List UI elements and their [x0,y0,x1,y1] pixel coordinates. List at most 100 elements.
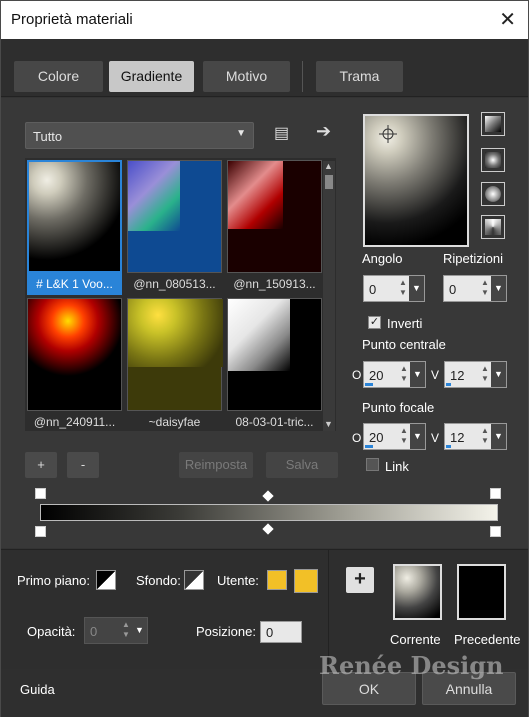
opacity-stop-bottom-right[interactable] [490,526,501,537]
gradient-preview-image [27,160,122,273]
gradient-editor-preview[interactable] [363,114,469,247]
radial-style-button[interactable] [481,215,505,239]
repeats-spinbox[interactable]: 0 ▲ ▼ ▼ [443,275,507,302]
angle-spinbox[interactable]: 0 ▲ ▼ ▼ [363,275,425,302]
tab-bar: Colore Gradiente Motivo Trama [1,39,528,97]
spin-arrows-icon[interactable]: ▲ ▼ [398,426,410,447]
library-icon[interactable]: ▤ [274,123,289,143]
center-h-spinbox[interactable]: 20 ▲ ▼ ▼ [363,361,426,388]
focal-h-value: 20 [369,430,384,445]
scrollbar-thumb[interactable] [325,175,333,189]
gradient-thumb[interactable]: @nn_150913... [227,160,322,295]
spin-arrows-icon[interactable]: ▲ ▼ [479,278,491,299]
center-v-level-bar [446,383,451,386]
focal-v-level-bar [446,445,451,448]
save-button[interactable]: Salva [266,452,338,478]
renee-design-watermark: Renée Design [319,651,504,680]
foreground-swatch[interactable] [96,570,116,590]
repeats-label: Ripetizioni [443,251,503,266]
gradient-name: 08-03-01-tric... [235,415,314,429]
focal-h-label: O [352,431,362,445]
title-bar: Proprietà materiali ✕ [1,1,528,39]
chevron-down-icon: ▼ [236,128,246,139]
gradient-preview-image [127,298,223,411]
spin-arrows-icon[interactable]: ▲ ▼ [398,364,410,385]
chevron-down-icon[interactable]: ▼ [132,618,147,643]
focal-h-level-bar [365,445,373,448]
gradient-preview-image [227,160,322,273]
chevron-down-icon[interactable]: ▼ [409,276,424,301]
linear-style-button[interactable] [481,112,505,136]
user-swatch-2[interactable] [294,569,318,593]
focal-v-spinbox[interactable]: 12 ▲ ▼ ▼ [444,423,507,450]
opacity-spinbox[interactable]: 0 ▲ ▼ ▼ [84,617,148,644]
window-title: Proprietà materiali [11,11,133,28]
close-icon[interactable]: ✕ [499,7,516,32]
tab-colore[interactable]: Colore [14,61,103,92]
chevron-down-icon[interactable]: ▼ [491,362,506,387]
invert-label: Inverti [387,316,423,331]
spin-arrows-icon[interactable]: ▲ ▼ [479,426,491,447]
focal-crosshair-icon[interactable] [379,125,397,143]
color-stop-top-right[interactable] [490,488,501,499]
add-gradient-button[interactable]: + [25,452,57,478]
gradient-preview-image [227,298,322,411]
invert-checkbox[interactable]: ✓ [368,316,381,329]
tab-trama[interactable]: Trama [316,61,403,92]
center-h-level-bar [365,383,373,386]
gradient-stops-bar[interactable] [40,504,498,521]
reset-button[interactable]: Reimposta [179,452,253,478]
color-stop-top-left[interactable] [35,488,46,499]
angle-label: Angolo [362,251,403,266]
chevron-down-icon[interactable]: ▼ [410,424,425,449]
gradient-name: @nn_150913... [233,277,316,291]
background-swatch[interactable] [184,570,204,590]
gradient-name: @nn_080513... [133,277,216,291]
repeats-value: 0 [449,282,457,297]
spin-arrows-icon[interactable]: ▲ ▼ [479,364,491,385]
linear-style-icon [485,116,501,132]
add-swatch-button[interactable]: + [346,567,374,593]
gradient-name: @nn_240911... [33,415,116,429]
radial-style-icon [485,219,501,235]
gradient-name: # L&K 1 Voo... [27,273,122,295]
remove-gradient-button[interactable]: - [67,452,99,478]
gradient-thumb[interactable]: @nn_080513... [127,160,222,295]
arrow-right-icon[interactable]: ➔ [316,121,331,142]
rectangular-style-icon [485,152,501,168]
opacity-stop-bottom-left[interactable] [35,526,46,537]
gradient-thumb[interactable]: # L&K 1 Voo... [27,160,122,295]
current-swatch[interactable] [393,564,442,620]
user-swatch-1[interactable] [267,570,287,590]
gradient-thumb[interactable]: ~daisyfae [127,298,223,433]
chevron-down-icon[interactable]: ▼ [491,276,506,301]
chevron-down-icon[interactable]: ▼ [491,424,506,449]
gradient-thumb[interactable]: @nn_240911... [27,298,122,433]
center-v-spinbox[interactable]: 12 ▲ ▼ ▼ [444,361,507,388]
scroll-up-icon[interactable]: ▲ [324,161,333,171]
spin-arrows-icon[interactable]: ▲ ▼ [397,278,409,299]
focal-point-label: Punto focale [362,400,435,415]
focal-v-value: 12 [450,430,465,445]
link-checkbox[interactable] [366,458,379,471]
tab-gradiente[interactable]: Gradiente [109,61,194,92]
gradient-thumb[interactable]: 08-03-01-tric... [227,298,322,433]
spin-arrows-icon[interactable]: ▲ ▼ [120,620,132,641]
tab-motivo[interactable]: Motivo [203,61,290,92]
position-field[interactable]: 0 [260,621,302,643]
position-label: Posizione: [196,624,256,639]
focal-h-spinbox[interactable]: 20 ▲ ▼ ▼ [363,423,426,450]
tab-divider [302,61,303,92]
background-label: Sfondo: [136,573,181,588]
rectangular-style-button[interactable] [481,148,505,172]
help-link[interactable]: Guida [20,682,55,697]
gradient-preview-image [127,160,222,273]
center-h-value: 20 [369,368,384,383]
previous-swatch[interactable] [457,564,506,620]
gallery-scrollbar[interactable]: ▲ ▼ [323,161,335,431]
category-select[interactable]: Tutto ▼ [25,122,254,149]
sunburst-style-button[interactable] [481,182,505,206]
scroll-down-icon[interactable]: ▼ [324,419,333,429]
gradient-gallery: # L&K 1 Voo... @nn_080513... @nn_150913.… [25,158,336,431]
chevron-down-icon[interactable]: ▼ [410,362,425,387]
